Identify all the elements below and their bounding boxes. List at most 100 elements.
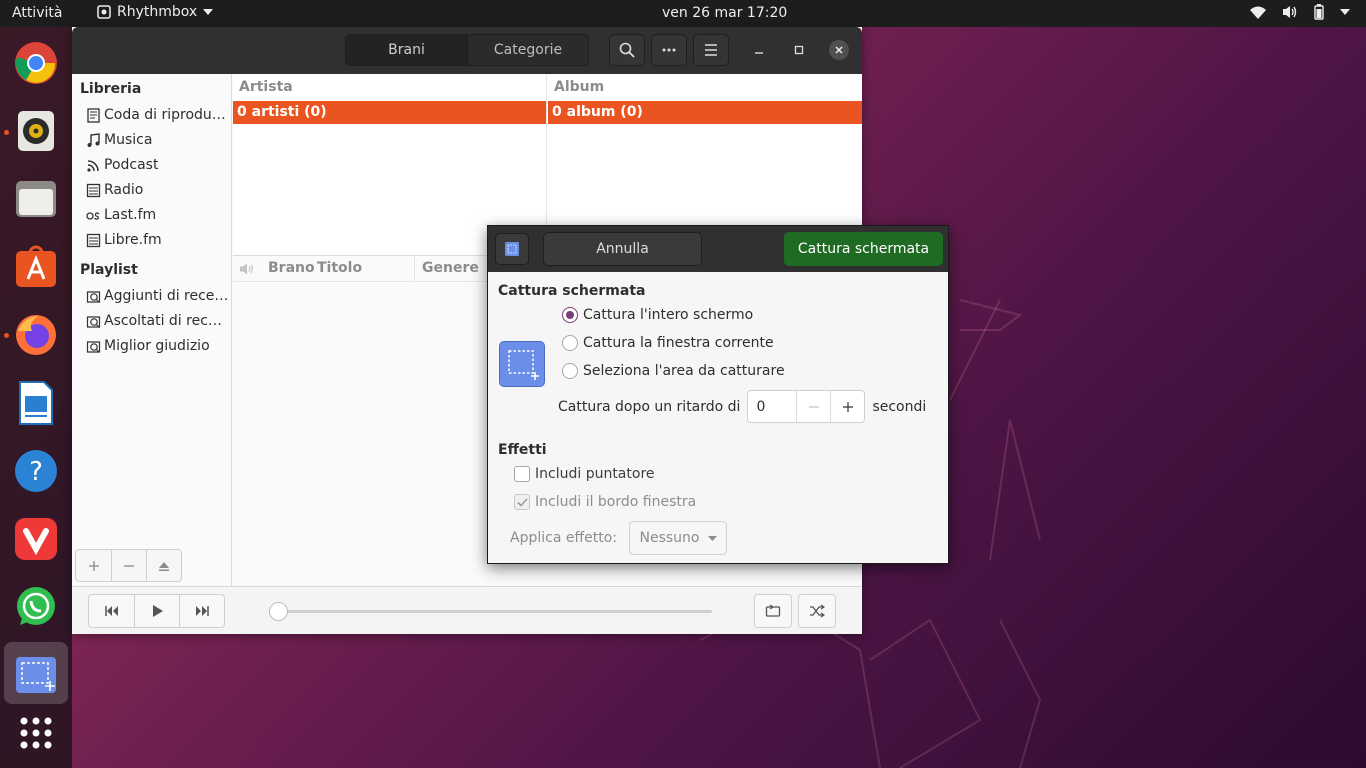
track-number-column[interactable]: Brano (268, 260, 315, 276)
more-button[interactable] (651, 34, 687, 66)
lastfm-icon (86, 211, 100, 220)
writer-icon[interactable] (13, 380, 59, 426)
album-all-row[interactable]: 0 album (0) (548, 101, 862, 124)
delay-spinner[interactable]: 0 (747, 390, 866, 423)
files-icon[interactable] (13, 176, 59, 222)
app-menu[interactable]: Rhythmbox (97, 4, 214, 20)
sidebar-item-recently-played[interactable]: Ascoltati di rece… (86, 313, 230, 329)
delay-label: Cattura dopo un ritardo di (558, 398, 741, 415)
clock[interactable]: ven 26 mar 17:20 (662, 5, 787, 21)
shuffle-icon (810, 604, 825, 618)
artist-all-row[interactable]: 0 artisti (0) (233, 101, 546, 124)
checkbox[interactable] (514, 494, 530, 510)
library-heading: Libreria (80, 81, 142, 97)
repeat-button[interactable] (754, 594, 792, 628)
maximize-icon (794, 45, 804, 55)
close-icon (835, 46, 843, 54)
delay-input[interactable]: 0 (748, 391, 796, 422)
sidebar-item-top-rated[interactable]: Miglior giudizio (86, 338, 230, 354)
title-column[interactable]: Titolo (317, 260, 362, 276)
whatsapp-icon[interactable] (13, 584, 59, 630)
plus-icon (842, 401, 853, 412)
include-pointer-checkbox[interactable]: Includi puntatore (514, 466, 655, 482)
radio-current-window[interactable]: Cattura la finestra corrente (562, 335, 774, 351)
vivaldi-icon[interactable] (13, 516, 59, 562)
radio-select-area[interactable]: Seleziona l'area da catturare (562, 363, 785, 379)
menu-button[interactable] (693, 34, 729, 66)
sidebar-item-label: Ascoltati di rece… (104, 313, 230, 329)
system-tray[interactable] (1250, 4, 1350, 20)
activities-button[interactable]: Attività (12, 5, 62, 21)
skip-back-icon (104, 606, 118, 616)
eject-button[interactable] (146, 550, 181, 581)
previous-button[interactable] (89, 595, 134, 627)
album-column-header[interactable]: Album (548, 74, 862, 100)
rhythmbox-icon[interactable] (13, 108, 59, 154)
sidebar-item-music[interactable]: Musica (86, 132, 230, 148)
minimize-button[interactable] (749, 40, 769, 60)
rhythmbox-app-icon (97, 5, 111, 19)
increase-delay-button[interactable] (830, 391, 864, 422)
radio-button[interactable] (562, 335, 578, 351)
apply-effect-dropdown[interactable]: Nessuno (629, 521, 727, 555)
artist-column-header[interactable]: Artista (233, 74, 547, 100)
seek-bar[interactable] (278, 610, 712, 613)
show-apps-icon[interactable] (13, 710, 59, 756)
apply-effect-row: Applica effetto: Nessuno (510, 521, 727, 555)
help-icon[interactable]: ? (13, 448, 59, 494)
screenshot-icon[interactable] (13, 652, 59, 698)
top-bar: Attività Rhythmbox ven 26 mar 17:20 (0, 0, 1366, 27)
smart-playlist-icon (86, 290, 101, 303)
search-button[interactable] (609, 34, 645, 66)
radio-button[interactable] (562, 363, 578, 379)
dock: ? (0, 27, 72, 768)
radio-entire-screen[interactable]: Cattura l'intero schermo (562, 307, 753, 323)
genre-column[interactable]: Genere (422, 260, 479, 276)
playlist-heading: Playlist (80, 262, 138, 278)
sidebar-item-podcast[interactable]: Podcast (86, 157, 230, 173)
sidebar-toolbar (75, 549, 182, 582)
more-icon (662, 48, 676, 52)
screenshot-dialog: Annulla Cattura schermata Cattura scherm… (487, 225, 949, 564)
sidebar-item-radio[interactable]: Radio (86, 182, 230, 198)
chevron-down-icon (203, 9, 214, 15)
sidebar-item-librefm[interactable]: Libre.fm (86, 232, 230, 248)
take-screenshot-button[interactable]: Cattura schermata (784, 232, 943, 266)
volume-icon (1283, 6, 1297, 18)
sidebar-item-queue[interactable]: Coda di riprodu… (86, 107, 230, 123)
dropdown-value: Nessuno (639, 530, 700, 546)
sidebar-item-label: Radio (104, 182, 144, 198)
next-button[interactable] (179, 595, 224, 627)
tab-categorie[interactable]: Categorie (467, 35, 588, 65)
sidebar-item-label: Coda di riprodu… (104, 107, 226, 123)
speaker-icon (240, 263, 253, 275)
play-button[interactable] (134, 595, 179, 627)
add-playlist-button[interactable] (76, 550, 111, 581)
svg-text:?: ? (29, 457, 43, 487)
chrome-icon[interactable] (13, 40, 59, 86)
shuffle-button[interactable] (798, 594, 836, 628)
maximize-button[interactable] (789, 40, 809, 60)
checkmark-icon (516, 497, 528, 507)
screenshot-app-button[interactable] (495, 233, 529, 265)
close-button[interactable] (829, 40, 849, 60)
firefox-icon[interactable] (13, 312, 59, 358)
tab-brani[interactable]: Brani (346, 35, 467, 65)
checkbox-label: Includi il bordo finestra (535, 494, 697, 510)
checkbox[interactable] (514, 466, 530, 482)
seek-handle[interactable] (269, 602, 288, 621)
cancel-button[interactable]: Annulla (543, 232, 702, 266)
dialog-header-bar: Annulla Cattura schermata (488, 226, 948, 272)
skip-forward-icon (196, 606, 209, 616)
decrease-delay-button[interactable] (796, 391, 830, 422)
wifi-icon (1250, 6, 1266, 19)
radio-button[interactable] (562, 307, 578, 323)
view-switcher: Brani Categorie (345, 34, 589, 66)
sidebar-item-recently-added[interactable]: Aggiunti di rece… (86, 288, 230, 304)
sidebar-item-lastfm[interactable]: Last.fm (86, 207, 230, 223)
music-note-icon (87, 132, 100, 147)
software-icon[interactable] (13, 244, 59, 290)
include-border-checkbox[interactable]: Includi il bordo finestra (514, 494, 696, 510)
remove-playlist-button[interactable] (111, 550, 146, 581)
sidebar-item-label: Last.fm (104, 207, 157, 223)
